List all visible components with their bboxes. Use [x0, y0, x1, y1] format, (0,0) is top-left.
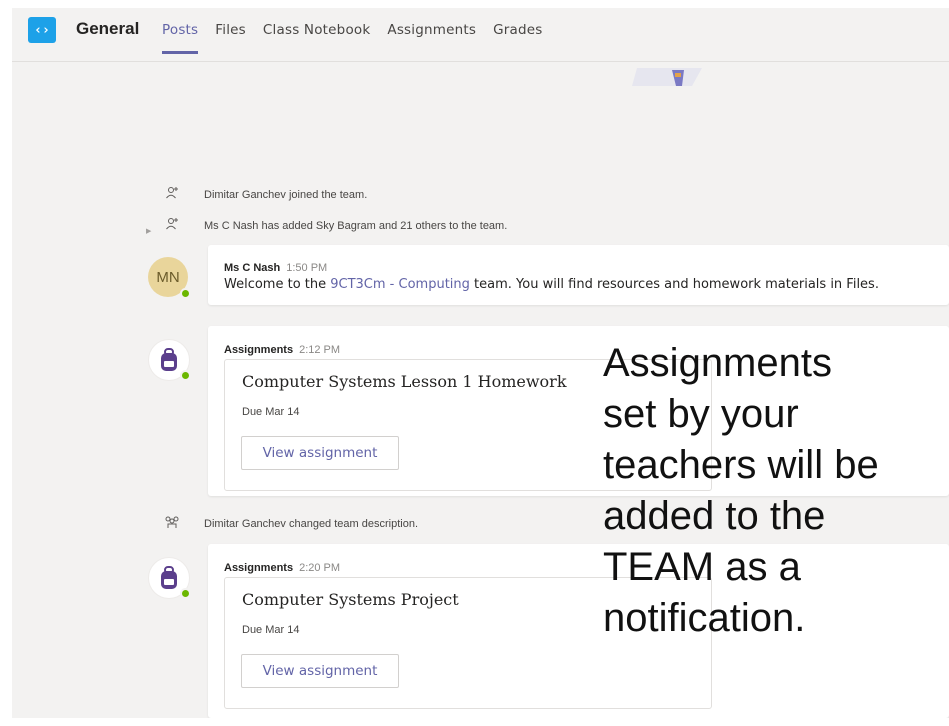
message-sender[interactable]: Ms C Nash [224, 262, 280, 274]
presence-available-icon [180, 370, 191, 381]
expand-arrow-icon[interactable]: ▶ [146, 227, 151, 235]
view-assignment-button[interactable]: View assignment [241, 654, 399, 688]
tab-posts[interactable]: Posts [162, 22, 199, 54]
event-text: Ms C Nash has added Sky Bagram and 21 ot… [204, 219, 508, 232]
assignment-title[interactable]: Computer Systems Project [242, 590, 459, 609]
annotation-text: Assignments set by your teachers will be… [603, 341, 879, 640]
event-text: Dimitar Ganchev changed team description… [204, 517, 418, 530]
message-body: Welcome to the 9CT3Cm - Computing team. … [224, 277, 879, 292]
presence-available-icon [180, 588, 191, 599]
channel-name: General [76, 19, 140, 38]
view-assignment-button[interactable]: View assignment [241, 436, 399, 470]
backpack-icon [161, 566, 177, 589]
message-time: 1:50 PM [286, 262, 328, 274]
assignment-title[interactable]: Computer Systems Lesson 1 Homework [242, 372, 567, 391]
welcome-message-card: Ms C Nash 1:50 PM Welcome to the 9CT3Cm -… [208, 245, 949, 305]
channel-tabs: Posts Files Class Notebook Assignments G… [162, 22, 560, 54]
message-text: Welcome to the [224, 277, 331, 292]
team-icon [162, 515, 182, 532]
tab-grades[interactable]: Grades [493, 22, 542, 52]
message-sender[interactable]: Assignments [224, 344, 293, 356]
backpack-icon [161, 348, 177, 371]
assignment-due-date: Due Mar 14 [242, 406, 300, 418]
tab-class-notebook[interactable]: Class Notebook [263, 22, 370, 52]
tab-files[interactable]: Files [215, 22, 246, 52]
presence-available-icon [180, 288, 191, 299]
welcome-illustration [632, 68, 702, 86]
tab-assignments[interactable]: Assignments [387, 22, 476, 52]
event-row: Dimitar Ganchev changed team description… [162, 515, 418, 532]
event-row: Ms C Nash has added Sky Bagram and 21 ot… [162, 217, 507, 234]
team-link[interactable]: 9CT3Cm - Computing [330, 277, 470, 292]
channel-header: ‹› General Posts Files Class Notebook As… [12, 8, 949, 62]
event-text: Dimitar Ganchev joined the team. [204, 188, 368, 201]
person-add-icon [162, 217, 182, 234]
message-sender[interactable]: Assignments [224, 562, 293, 574]
message-time: 2:12 PM [299, 344, 341, 356]
message-time: 2:20 PM [299, 562, 341, 574]
avatar-initials: MN [156, 268, 180, 286]
event-row: Dimitar Ganchev joined the team. [162, 186, 367, 203]
message-text: team. You will find resources and homewo… [469, 277, 879, 292]
team-logo-icon[interactable]: ‹› [28, 17, 56, 43]
person-add-icon [162, 186, 182, 203]
assignment-due-date: Due Mar 14 [242, 624, 300, 636]
